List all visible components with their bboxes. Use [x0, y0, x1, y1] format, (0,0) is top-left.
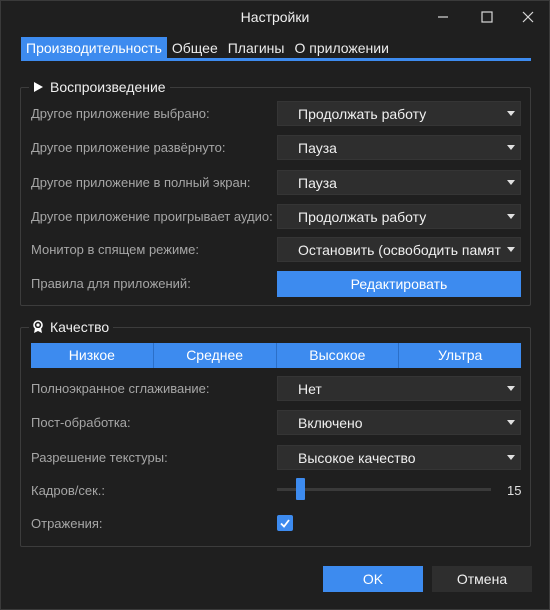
postprocess-dropdown[interactable]: Включено: [277, 410, 521, 435]
tab-performance[interactable]: Производительность: [21, 37, 167, 59]
window-title: Настройки: [240, 9, 310, 25]
other-app-selected-dropdown[interactable]: Продолжать работу: [277, 101, 521, 126]
play-icon: [31, 80, 45, 94]
other-app-selected-label: Другое приложение выбрано:: [31, 106, 210, 121]
fps-slider-handle[interactable]: [296, 478, 305, 500]
texture-resolution-label: Разрешение текстуры:: [31, 450, 168, 465]
tab-about[interactable]: О приложении: [289, 37, 393, 59]
chevron-down-icon: [507, 247, 515, 252]
monitor-sleep-label: Монитор в спящем режиме:: [31, 242, 200, 257]
edit-rules-button[interactable]: Редактировать: [277, 271, 521, 297]
chevron-down-icon: [507, 455, 515, 460]
close-icon: [522, 11, 534, 23]
postprocess-value: Включено: [298, 415, 363, 431]
award-icon: [31, 320, 45, 334]
antialias-value: Нет: [298, 381, 322, 397]
quality-group-title: Качество: [29, 318, 114, 336]
quality-title-text: Качество: [50, 319, 110, 335]
chevron-down-icon: [507, 111, 515, 116]
other-app-fullscreen-value: Пауза: [298, 175, 337, 191]
preset-high-button[interactable]: Высокое: [276, 343, 400, 368]
checkmark-icon: [280, 519, 290, 528]
other-app-fullscreen-dropdown[interactable]: Пауза: [277, 170, 521, 195]
other-app-fullscreen-label: Другое приложение в полный экран:: [31, 175, 251, 190]
other-app-selected-value: Продолжать работу: [298, 106, 427, 122]
ok-button[interactable]: OK: [323, 566, 423, 592]
postprocess-label: Пост-обработка:: [31, 415, 131, 430]
title-bar: Настройки: [1, 1, 549, 33]
other-app-maximized-value: Пауза: [298, 140, 337, 156]
cancel-button[interactable]: Отмена: [432, 566, 532, 592]
preset-ultra-button[interactable]: Ультра: [399, 343, 521, 368]
fps-slider-track[interactable]: [277, 488, 491, 491]
antialias-dropdown[interactable]: Нет: [277, 376, 521, 401]
preset-low-button[interactable]: Низкое: [31, 343, 154, 368]
other-app-maximized-label: Другое приложение развёрнуто:: [31, 140, 226, 155]
fps-value: 15: [507, 483, 522, 498]
chevron-down-icon: [507, 180, 515, 185]
chevron-down-icon: [507, 386, 515, 391]
minimize-icon: [438, 16, 448, 18]
chevron-down-icon: [507, 420, 515, 425]
preset-medium-button[interactable]: Среднее: [153, 343, 277, 368]
fps-label: Кадров/сек.:: [31, 483, 106, 498]
minimize-button[interactable]: [430, 5, 456, 29]
playback-title-text: Воспроизведение: [50, 79, 166, 95]
maximize-button[interactable]: [474, 5, 500, 29]
reflections-label: Отражения:: [31, 516, 103, 531]
quality-preset-selector: Низкое Среднее Высокое Ультра: [31, 343, 521, 368]
close-button[interactable]: [515, 5, 541, 29]
tab-bar: Производительность Общее Плагины О прило…: [21, 37, 394, 59]
chevron-down-icon: [507, 145, 515, 150]
other-app-audio-value: Продолжать работу: [298, 209, 427, 225]
tab-general[interactable]: Общее: [167, 37, 223, 59]
settings-window: Настройки Производительность Общее Плаги…: [0, 0, 550, 610]
reflections-checkbox[interactable]: [277, 515, 293, 531]
tab-plugins[interactable]: Плагины: [223, 37, 290, 59]
chevron-down-icon: [507, 214, 515, 219]
maximize-icon: [481, 11, 493, 23]
other-app-audio-label: Другое приложение проигрывает аудио:: [31, 209, 273, 224]
app-rules-label: Правила для приложений:: [31, 276, 191, 291]
tab-underline: [21, 58, 531, 61]
playback-group-title: Воспроизведение: [29, 78, 170, 96]
monitor-sleep-dropdown[interactable]: Остановить (освободить памят: [277, 237, 521, 262]
texture-resolution-dropdown[interactable]: Высокое качество: [277, 445, 521, 470]
other-app-audio-dropdown[interactable]: Продолжать работу: [277, 204, 521, 229]
other-app-maximized-dropdown[interactable]: Пауза: [277, 135, 521, 160]
texture-resolution-value: Высокое качество: [298, 450, 416, 466]
antialias-label: Полноэкранное сглаживание:: [31, 381, 210, 396]
monitor-sleep-value: Остановить (освободить памят: [298, 242, 501, 258]
